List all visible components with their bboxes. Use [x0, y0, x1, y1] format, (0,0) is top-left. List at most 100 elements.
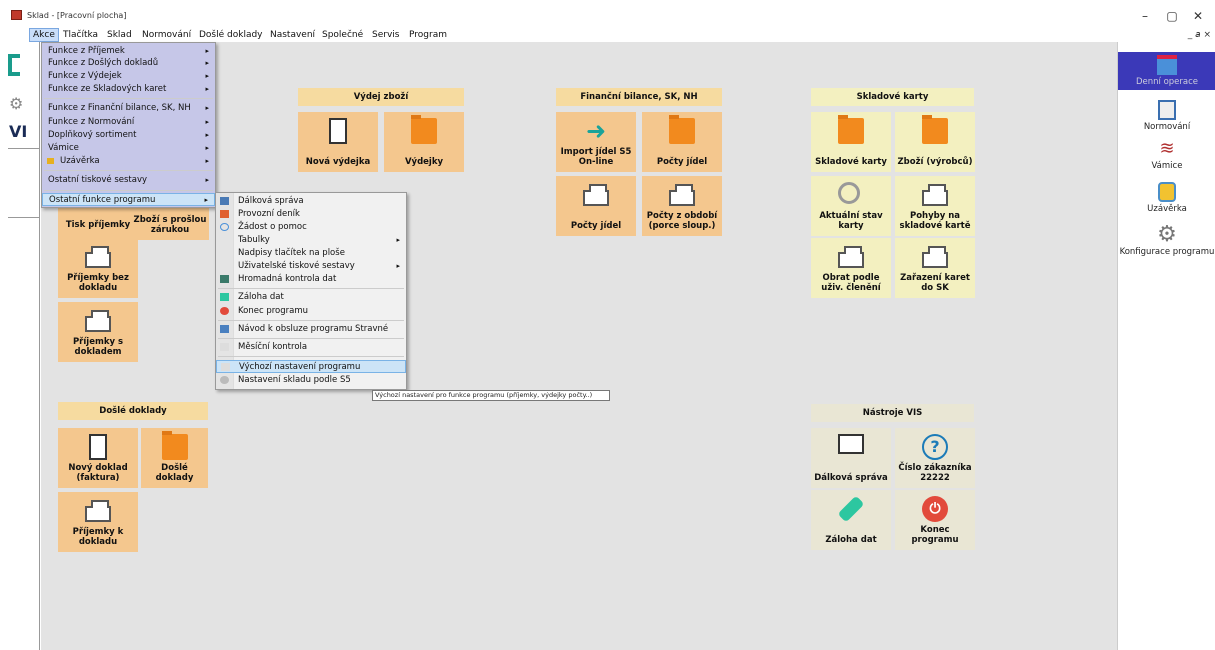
menu-item-funkce-karet[interactable]: Funkce ze Skladových karet [42, 83, 215, 96]
printer-icon [922, 246, 948, 268]
menu-item-konec-programu[interactable]: Konec programu [216, 305, 406, 318]
left-panel: ⚙ VI [0, 42, 40, 650]
tile-zbozi-vyrobcu[interactable]: Zboží (výrobců) [895, 112, 975, 172]
check-icon [220, 343, 229, 351]
menu-akce[interactable]: Akce [29, 28, 59, 42]
binoculars-icon [220, 275, 229, 283]
tile-prijemky-s-dokladem[interactable]: Příjemky s dokladem [58, 302, 138, 362]
sidebar-item-uzaverka[interactable]: Uzávěrka [1118, 179, 1215, 217]
menu-item-vychozi-nastaveni[interactable]: Výchozí nastavení programu [216, 360, 406, 373]
wave-icon: ≋ [1159, 138, 1175, 159]
window-title: Sklad - [Pracovní plocha] [27, 11, 127, 20]
tile-skladove-karty[interactable]: Skladové karty [811, 112, 891, 172]
menu-nastaveni[interactable]: Nastavení [270, 30, 315, 40]
tile-pocty-jidel-print[interactable]: Počty jídel [556, 176, 636, 236]
mdi-controls[interactable]: _ 𝘢 × [1188, 30, 1211, 40]
sidebar-item-denni-operace[interactable]: Denní operace [1118, 52, 1215, 90]
menu-tlacitka[interactable]: Tlačítka [63, 30, 98, 40]
settings-icon [221, 363, 230, 371]
menu-separator [218, 288, 404, 289]
tile-tisk-prijemky[interactable]: Tisk příjemky [58, 206, 138, 240]
menu-item-zaloha-dat[interactable]: Záloha dat [216, 291, 406, 304]
printer-icon [85, 500, 111, 522]
menu-item-nastaveni-skladu[interactable]: Nastavení skladu podle S5 [216, 374, 406, 387]
menu-dosle-doklady[interactable]: Došlé doklady [199, 30, 263, 40]
tile-zarazeni-karet[interactable]: Zařazení karet do SK [895, 238, 975, 298]
monitor-icon [220, 197, 229, 205]
tile-nova-vydejka[interactable]: Nová výdejka [298, 112, 378, 172]
menu-separator [218, 356, 404, 357]
sidebar-item-vamice[interactable]: ≋ Vámice [1118, 136, 1215, 174]
menu-item-provozni-denik[interactable]: Provozní deník [216, 208, 406, 221]
menu-item-tabulky[interactable]: Tabulky [216, 234, 406, 247]
menu-separator [44, 190, 213, 191]
tile-pocty-z-obdobi[interactable]: Počty z období (porce sloup.) [642, 176, 722, 236]
menu-item-ostatni-tiskove[interactable]: Ostatní tiskové sestavy [42, 174, 215, 187]
tile-pocty-jidel[interactable]: Počty jídel [642, 112, 722, 172]
sidebar-item-normovani[interactable]: Normování [1118, 97, 1215, 135]
tile-zbozi-prosla-zaruka[interactable]: Zboží s prošlou zárukou [131, 206, 209, 240]
menu-item-doplnkovy[interactable]: Doplňkový sortiment [42, 129, 215, 142]
gear-icon[interactable]: ⚙ [9, 94, 23, 113]
printer-icon [583, 184, 609, 206]
power-icon: ⏻ [922, 496, 948, 522]
section-header-dosle: Došlé doklady [58, 402, 208, 420]
menu-separator [218, 320, 404, 321]
tile-prijemky-bez-dokladu[interactable]: Příjemky bez dokladu [58, 238, 138, 298]
gear-icon: ⚙ [1157, 222, 1177, 247]
menu-normovani[interactable]: Normování [142, 30, 191, 40]
close-button[interactable]: ✕ [1188, 9, 1208, 23]
tile-obrat-podle[interactable]: Obrat podle uživ. členění [811, 238, 891, 298]
calendar-icon [1157, 55, 1177, 75]
menu-item-navod[interactable]: Návod k obsluze programu Stravné [216, 323, 406, 336]
sidebar-item-konfigurace[interactable]: ⚙ Konfigurace programu [1118, 222, 1215, 262]
minimize-button[interactable]: – [1135, 9, 1155, 23]
menu-spolecne[interactable]: Společné [322, 30, 363, 40]
remote-monitor-icon [838, 434, 864, 454]
menu-item-zadost-o-pomoc[interactable]: Žádost o pomoc [216, 221, 406, 234]
menu-item-dalkova-sprava[interactable]: Dálková správa [216, 195, 406, 208]
printer-icon [922, 184, 948, 206]
maximize-button[interactable]: ▢ [1162, 9, 1182, 23]
tile-prijemky-k-dokladu[interactable]: Příjemky k dokladu [58, 492, 138, 552]
menu-item-uzaverka[interactable]: Uzávěrka [42, 155, 215, 168]
menu-item-funkce-vydejek[interactable]: Funkce z Výdejek [42, 70, 215, 83]
tile-dalkova-sprava[interactable]: Dálková správa [811, 428, 891, 488]
submenu-ostatni-funkce: Dálková správa Provozní deník Žádost o p… [215, 192, 407, 390]
menu-item-funkce-normovani[interactable]: Funkce z Normování [42, 116, 215, 129]
menu-separator [44, 98, 213, 99]
tile-import-jidel[interactable]: ➜ Import jídel S5 On-line [556, 112, 636, 172]
menu-item-hromadna-kontrola[interactable]: Hromadná kontrola dat [216, 273, 406, 286]
tile-pohyby-na-karte[interactable]: Pohyby na skladové kartě [895, 176, 975, 236]
section-header-financni: Finanční bilance, SK, NH [556, 88, 722, 106]
menu-item-mesicni-kontrola[interactable]: Měsíční kontrola [216, 341, 406, 354]
tile-aktualni-stav[interactable]: Aktuální stav karty [811, 176, 891, 236]
right-sidebar: Denní operace Normování ≋ Vámice Uzávěrk… [1117, 42, 1215, 650]
menu-bar: Akce Tlačítka Sklad Normování Došlé dokl… [26, 28, 1116, 42]
tile-zaloha-dat[interactable]: Záloha dat [811, 490, 891, 550]
tile-vydejky[interactable]: Výdejky [384, 112, 464, 172]
tile-dosle-doklady[interactable]: Došlé doklady [141, 428, 208, 488]
section-header-karty: Skladové karty [811, 88, 974, 106]
lock-icon [47, 158, 54, 164]
printer-icon [85, 310, 111, 332]
tile-cislo-zakaznika[interactable]: ? Číslo zákazníka 22222 [895, 428, 975, 488]
menu-item-vamice[interactable]: Vámice [42, 142, 215, 155]
folder-icon [922, 115, 948, 144]
menu-sklad[interactable]: Sklad [107, 30, 132, 40]
menu-item-funkce-doslych[interactable]: Funkce z Došlých dokladů [42, 57, 215, 70]
lock-icon [1158, 182, 1176, 202]
section-header-nastroje: Nástroje VIS [811, 404, 974, 422]
document-icon [89, 434, 107, 460]
gear-icon [220, 376, 229, 384]
menu-item-ostatni-funkce[interactable]: Ostatní funkce programu [42, 193, 215, 207]
tile-konec-programu[interactable]: ⏻ Konec programu [895, 490, 975, 550]
divider [8, 217, 40, 218]
menu-item-funkce-financni[interactable]: Funkce z Finanční bilance, SK, NH [42, 102, 215, 115]
tile-novy-doklad[interactable]: Nový doklad (faktura) [58, 428, 138, 488]
folder-icon [162, 431, 188, 460]
menu-servis[interactable]: Servis [372, 30, 399, 40]
menu-program[interactable]: Program [409, 30, 447, 40]
menu-item-nadpisy-tlacitek[interactable]: Nadpisy tlačítek na ploše [216, 247, 406, 260]
menu-item-uzivatelske-sestavy[interactable]: Uživatelské tiskové sestavy [216, 260, 406, 273]
